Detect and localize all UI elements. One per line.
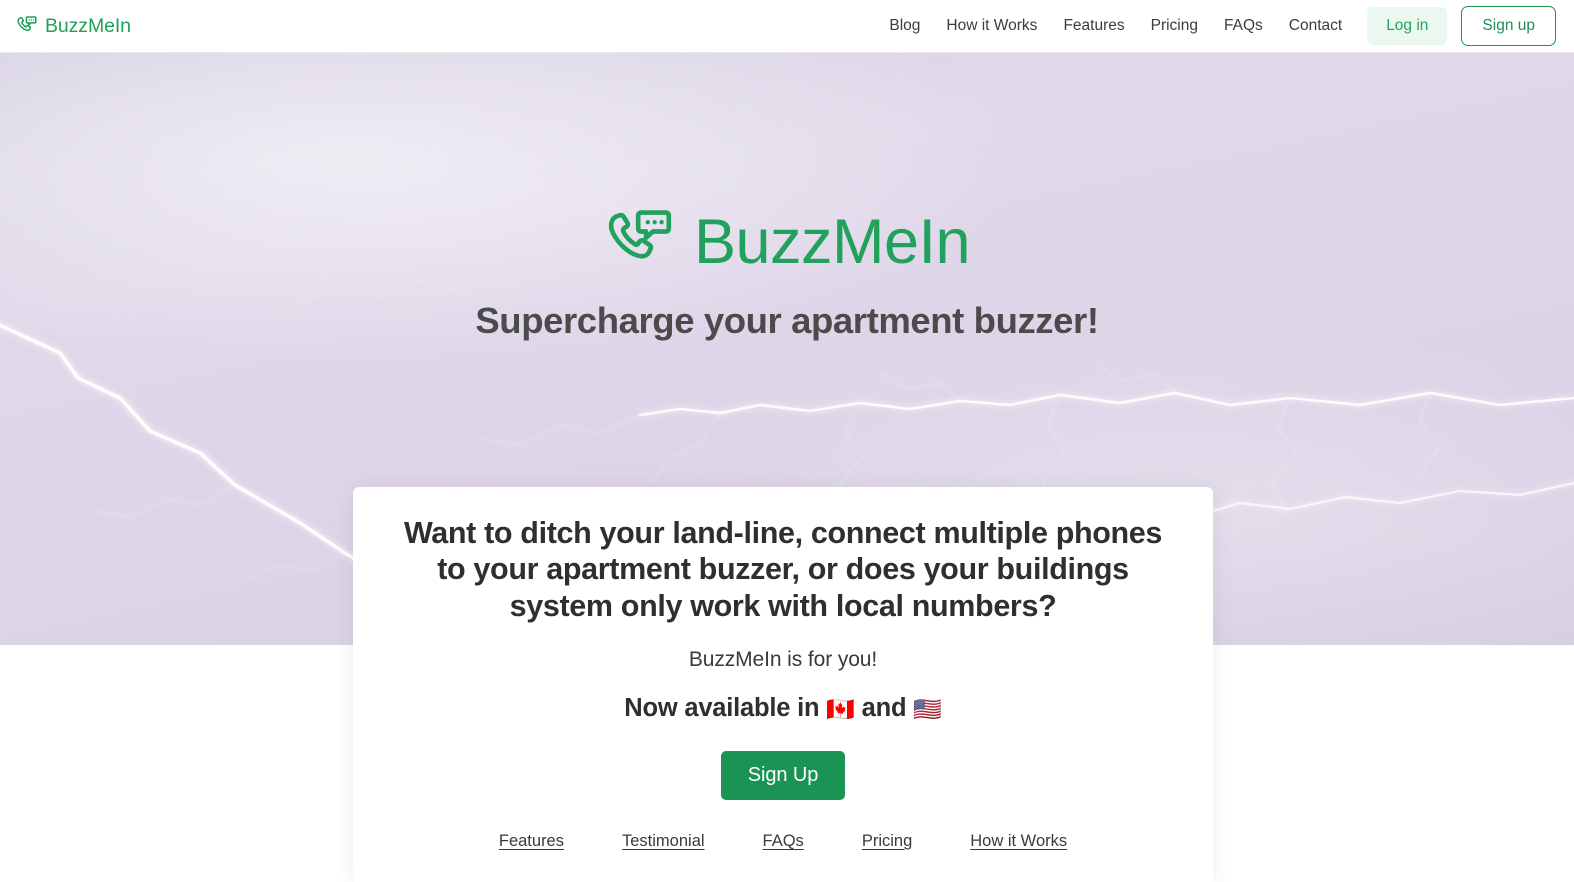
phone-chat-icon (604, 206, 676, 278)
nav-item-faqs[interactable]: FAQs (1211, 9, 1276, 43)
hero-logo: BuzzMeIn (0, 206, 1574, 278)
nav-item-pricing[interactable]: Pricing (1138, 9, 1211, 43)
availability-joiner: and (861, 693, 907, 722)
availability-text: Now available in (624, 693, 820, 722)
nav-item-contact[interactable]: Contact (1276, 9, 1355, 43)
site-header: BuzzMeIn Blog How it Works Features Pric… (0, 0, 1574, 53)
card-subheading: BuzzMeIn is for you! (688, 647, 878, 671)
canada-flag-icon: 🇨🇦 (826, 696, 855, 723)
hero-card: Want to ditch your land-line, connect mu… (353, 487, 1213, 882)
card-link-pricing[interactable]: Pricing (862, 832, 912, 851)
card-link-features[interactable]: Features (499, 832, 564, 851)
brand-name: BuzzMeIn (45, 14, 131, 37)
signup-button-header[interactable]: Sign up (1461, 6, 1556, 46)
phone-chat-icon (16, 15, 38, 37)
login-button[interactable]: Log in (1367, 7, 1448, 45)
availability-line: Now available in 🇨🇦 and 🇺🇸 (399, 694, 1167, 723)
nav-item-how-it-works[interactable]: How it Works (933, 9, 1050, 43)
main-nav: Blog How it Works Features Pricing FAQs … (876, 6, 1574, 46)
card-link-row: Features Testimonial FAQs Pricing How it… (399, 832, 1167, 851)
card-link-faqs[interactable]: FAQs (763, 832, 804, 851)
brand-logo-link[interactable]: BuzzMeIn (16, 15, 131, 38)
nav-item-features[interactable]: Features (1050, 9, 1137, 43)
nav-item-blog[interactable]: Blog (876, 9, 933, 43)
signup-cta-button[interactable]: Sign Up (720, 750, 846, 800)
usa-flag-icon: 🇺🇸 (913, 696, 942, 723)
card-heading: Want to ditch your land-line, connect mu… (403, 516, 1163, 623)
card-link-how-it-works[interactable]: How it Works (970, 832, 1067, 851)
hero-tagline: Supercharge your apartment buzzer! (475, 300, 1099, 341)
hero-logo-text: BuzzMeIn (693, 206, 971, 277)
hero-content: BuzzMeIn Supercharge your apartment buzz… (0, 53, 1574, 342)
card-link-testimonial[interactable]: Testimonial (622, 832, 705, 851)
